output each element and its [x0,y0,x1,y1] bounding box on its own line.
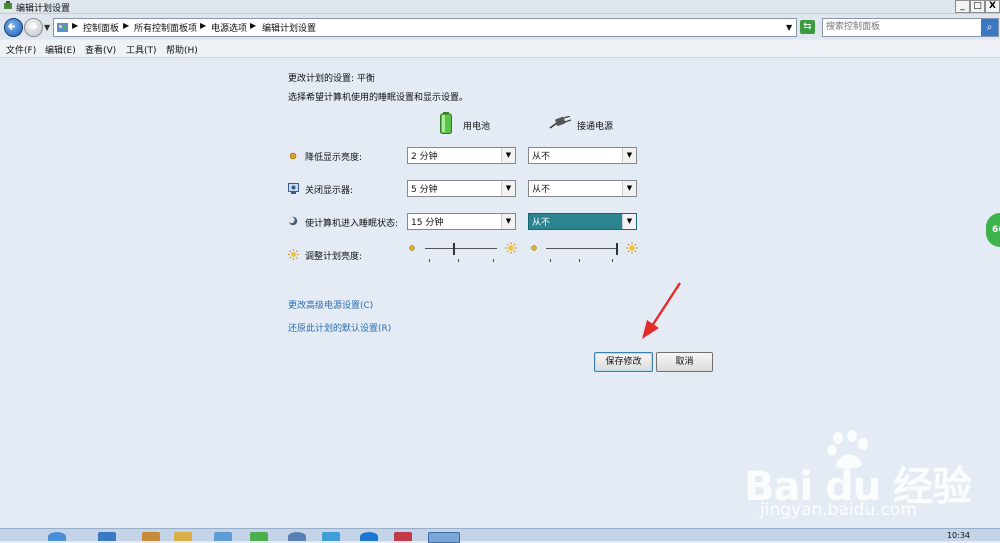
search-box[interactable]: ⌕ [822,18,999,37]
chevron-down-icon: ▼ [622,214,636,229]
menu-tools[interactable]: 工具(T) [126,43,157,56]
dim-display-label: 降低显示亮度: [305,153,363,163]
page-title: 更改计划的设置: 平衡 [288,74,375,84]
breadcrumb-power-options[interactable]: 电源选项 [211,21,247,34]
slider-track [546,248,618,249]
select-value: 从不 [532,185,551,195]
search-input[interactable] [826,20,976,34]
dim-display-battery-select[interactable]: 2 分钟 ▼ [407,147,516,164]
monitor-icon [288,183,299,194]
select-value: 从不 [532,218,551,228]
slider-tick [612,259,613,262]
menu-bar: 文件(F) 编辑(E) 查看(V) 工具(T) 帮助(H) [0,40,1000,58]
address-dropdown-icon[interactable]: ▼ [786,23,792,32]
battery-icon [440,112,452,134]
slider-tick [458,259,459,262]
turn-off-display-label: 关闭显示器: [305,186,354,196]
address-row: ▼ ▶ 控制面板 ▶ 所有控制面板项 ▶ 电源选项 ▶ 编辑计划设置 ▼ ⇆ ⌕ [0,14,1000,39]
breadcrumb-separator-icon: ▶ [72,21,79,30]
moon-icon [288,216,298,226]
maximize-button[interactable]: □ [970,0,985,13]
low-brightness-icon [409,245,415,251]
dim-display-plugged-select[interactable]: 从不 ▼ [528,147,637,164]
breadcrumb-all-items[interactable]: 所有控制面板项 [134,21,197,34]
plugged-brightness-slider[interactable] [546,242,618,264]
dim-brightness-icon [289,152,297,160]
slider-tick [429,259,430,262]
battery-brightness-slider[interactable] [425,242,497,264]
chevron-down-icon: ▼ [501,181,515,196]
refresh-icon: ⇆ [803,21,812,32]
taskbar-clock: 10:34 [946,531,970,540]
address-bar[interactable]: ▶ 控制面板 ▶ 所有控制面板项 ▶ 电源选项 ▶ 编辑计划设置 [53,18,797,37]
watermark: Bai du 经验 jingyan.baidu.com [744,430,994,530]
back-button[interactable] [4,18,23,37]
page-subtitle: 选择希望计算机使用的睡眠设置和显示设置。 [288,93,469,103]
select-value: 5 分钟 [411,185,438,195]
title-bar: 编辑计划设置 _ □ X [0,0,1000,14]
high-brightness-icon [505,242,517,254]
watermark-url: jingyan.baidu.com [760,500,917,520]
slider-tick [579,259,580,262]
brightness-label: 调整计划亮度: [305,252,363,262]
save-button[interactable]: 保存修改 [594,352,653,372]
breadcrumb-control-panel[interactable]: 控制面板 [83,21,119,34]
slider-tick [550,259,551,262]
window-title: 编辑计划设置 [16,4,71,14]
restore-defaults-link[interactable]: 还原此计划的默认设置(R) [288,321,391,334]
breadcrumb-edit-plan[interactable]: 编辑计划设置 [262,21,316,34]
turn-off-display-plugged-select[interactable]: 从不 ▼ [528,180,637,197]
forward-arrow-icon [30,22,38,31]
high-brightness-icon [626,242,638,254]
column-battery-header: 用电池 [463,122,491,132]
plugged-slider-thumb[interactable] [616,243,618,255]
sleep-plugged-select[interactable]: 从不 ▼ [528,213,637,230]
search-button[interactable]: ⌕ [981,19,998,36]
annotation-arrow-icon [642,282,682,339]
breadcrumb-separator-icon[interactable]: ▶ [200,21,206,30]
chevron-down-icon: ▼ [622,148,636,163]
taskbar: 10:34 [0,528,1000,543]
cancel-button[interactable]: 取消 [656,352,713,372]
low-brightness-icon [531,245,537,251]
side-float-badge[interactable]: 66 [986,213,1000,247]
chevron-down-icon: ▼ [622,181,636,196]
history-dropdown-icon[interactable]: ▼ [44,23,50,32]
slider-track [425,248,497,249]
sleep-label: 使计算机进入睡眠状态: [305,219,399,229]
select-value: 15 分钟 [411,218,444,228]
sleep-battery-select[interactable]: 15 分钟 ▼ [407,213,516,230]
select-value: 从不 [532,152,551,162]
close-button[interactable]: X [985,0,1000,13]
minimize-button[interactable]: _ [955,0,970,13]
chevron-down-icon: ▼ [501,148,515,163]
slider-tick [493,259,494,262]
menu-view[interactable]: 查看(V) [85,43,116,56]
menu-edit[interactable]: 编辑(E) [45,43,76,56]
sun-icon [288,249,299,260]
search-icon: ⌕ [986,22,993,33]
battery-slider-thumb[interactable] [453,243,455,255]
refresh-button[interactable]: ⇆ [800,20,815,34]
menu-file[interactable]: 文件(F) [6,43,36,56]
control-panel-icon [57,23,68,32]
forward-button[interactable] [24,18,43,37]
active-window-taskbar-icon[interactable] [428,532,460,543]
back-arrow-icon [7,22,15,31]
chevron-down-icon: ▼ [501,214,515,229]
select-value: 2 分钟 [411,152,438,162]
power-plug-icon [549,116,572,129]
turn-off-display-battery-select[interactable]: 5 分钟 ▼ [407,180,516,197]
breadcrumb-separator-icon[interactable]: ▶ [250,21,256,30]
menu-help[interactable]: 帮助(H) [166,43,198,56]
column-plugged-header: 接通电源 [577,122,614,132]
breadcrumb-separator-icon[interactable]: ▶ [123,21,129,30]
power-options-icon [4,1,12,9]
advanced-settings-link[interactable]: 更改高级电源设置(C) [288,298,373,311]
